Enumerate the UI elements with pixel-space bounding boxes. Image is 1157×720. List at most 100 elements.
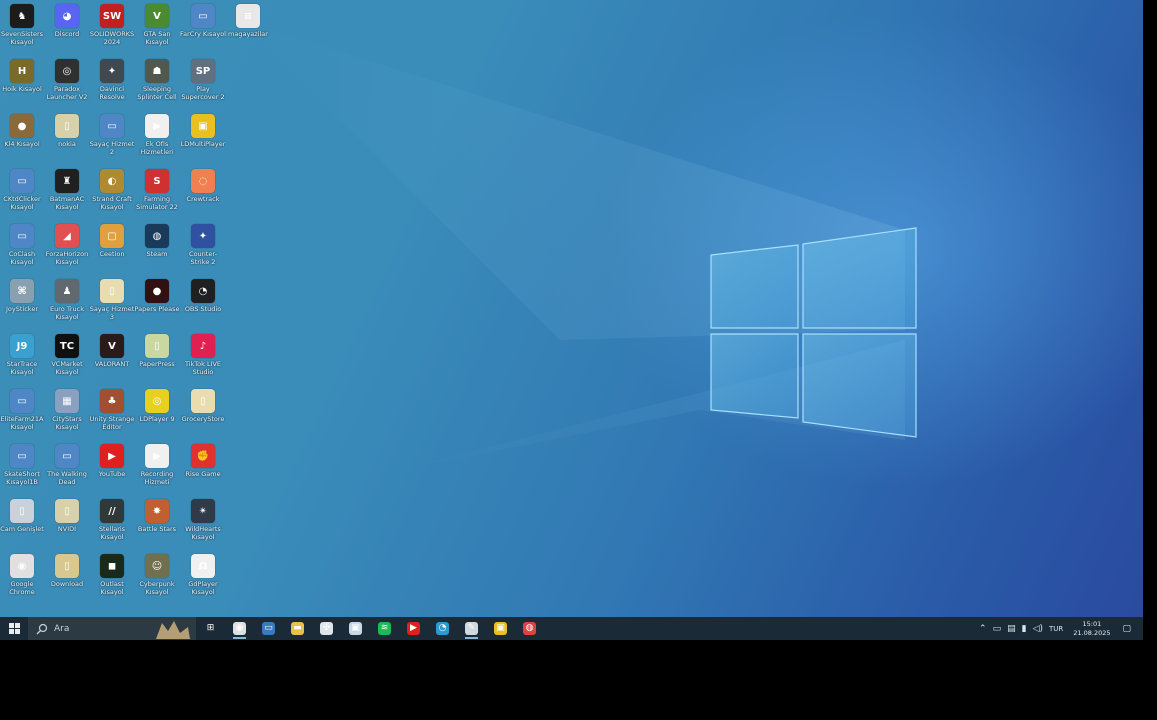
desktop-icon-label: Recording Hizmeti [140,470,174,486]
desktop-icon[interactable]: ▯ NVIDI [45,499,89,533]
taskbar-app-ldplayer[interactable]: ▣ [486,617,515,640]
desktop-icon[interactable]: ▶ Ek Ofis Hizmetleri [135,114,179,156]
desktop-icon[interactable]: TC VCMarket Kısayol [45,334,89,376]
desktop-icon[interactable]: ◉ Google Chrome [0,554,44,596]
desktop-icon[interactable]: ≡ magayazilar [226,4,270,38]
desktop-icon-label: WildHearts Kısayol [185,525,221,541]
desktop-icon[interactable]: ✸ Battle Stars [135,499,179,533]
desktop-icon[interactable]: ◍ Steam [135,224,179,258]
taskbar-app-chatgpt[interactable]: ✣ [312,617,341,640]
desktop-icon[interactable]: ◔ OBS Studio [181,279,225,313]
taskbar-app-file-explorer[interactable]: ▬ [283,617,312,640]
taskbar-app-store[interactable]: ▣ [341,617,370,640]
desktop-icon[interactable]: ▣ LDMultiPlayer [181,114,225,148]
volume-icon[interactable]: ◁) [1033,624,1043,634]
desktop-icon-label: LDPlayer 9 [139,415,175,423]
desktop-icon[interactable]: SP Play Supercover 2 [181,59,225,101]
desktop-icon[interactable]: ✊ Rise Game [181,444,225,478]
taskbar-app-task-view[interactable]: ⊞ [196,617,225,640]
desktop-icon[interactable]: ♟ Euro Truck Kısayol [45,279,89,321]
desktop-icon[interactable]: ▯ PaperPress [135,334,179,368]
app-icon: TC [55,334,79,358]
desktop-icon[interactable]: ▯ GroceryStore [181,389,225,423]
desktop-icon[interactable]: ✦ Counter-Strike 2 [181,224,225,266]
app-icon: ▭ [55,444,79,468]
taskbar-app-chrome[interactable]: ◉ [225,617,254,640]
desktop-icon[interactable]: ▭ CKtdClicker Kısayol [0,169,44,211]
app-icon: ▣ [191,114,215,138]
taskbar-search-box[interactable]: Ara [28,617,196,640]
desktop-icon[interactable]: ◎ Paradox Launcher V2 [45,59,89,101]
desktop-icon[interactable]: // Stellaris Kısayol [90,499,134,541]
network-icon[interactable]: ▭ [993,624,1002,634]
desktop-icon[interactable]: ▭ The Walking Dead [45,444,89,486]
wallpaper: ♞ SevenSisters Kısayol H Hoik Kısayol ● Kl4 K… [0,0,1143,617]
desktop-icon[interactable]: ▭ FarCry Kısayol [180,4,226,38]
taskbar-app-paint[interactable]: ✎ [457,617,486,640]
desktop-icon[interactable]: SW SOLIDWORKS 2024 [90,4,134,46]
desktop-icon-label: Davinci Resolve [99,85,125,101]
desktop-icon[interactable]: H Hoik Kısayol [0,59,44,93]
app-icon: ◕ [55,4,79,28]
desktop-icon[interactable]: ▭ Sayaç Hizmet 2 [90,114,134,156]
paint-icon: ✎ [465,622,478,635]
app-icon: S [145,169,169,193]
desktop-icon[interactable]: ▶ Recording Hizmeti [135,444,179,486]
desktop-icon[interactable]: J9 StarTrace Kısayol [0,334,44,376]
taskbar-app-spotify[interactable]: ≋ [370,617,399,640]
desktop-icon[interactable]: ◐ Strand Craft Kısayol [90,169,134,211]
desktop-icon[interactable]: ▭ SkateShort Kısayol1B [0,444,44,486]
desktop-icon-label: Sleeping Splinter Cell [137,85,177,101]
desktop-icon[interactable]: ▭ CoClash Kısayol [0,224,44,266]
desktop-icon[interactable]: ♜ BatmanAC Kısayol [45,169,89,211]
desktop-icon[interactable]: ▭ EliteFarm21A Kısayol [0,389,44,431]
taskbar-app-youtube[interactable]: ▶ [399,617,428,640]
notification-icon[interactable]: ▢ [1122,624,1131,634]
app-icon: ♜ [55,169,79,193]
usb-icon[interactable]: ▤ [1007,624,1016,634]
desktop-icon-label: Papers Please [134,305,180,313]
desktop-icon[interactable]: ◼ Outlast Kısayol [90,554,134,596]
taskbar-app-recorder[interactable]: ◍ [515,617,544,640]
desktop-icon[interactable]: V GTA San Kısayol [135,4,179,46]
spotify-icon: ≋ [378,622,391,635]
desktop-icon-label: Strand Craft Kısayol [92,195,132,211]
desktop-icon[interactable]: ▯ Cam Genişlet [0,499,44,533]
desktop-icon[interactable]: ✴ WildHearts Kısayol [181,499,225,541]
desktop-icon[interactable]: ♞ SevenSisters Kısayol [0,4,44,46]
desktop-icon[interactable]: ▦ CityStars Kısayol [45,389,89,431]
desktop-icon[interactable]: ◢ ForzaHorizon Kısayol [45,224,89,266]
desktop-icon[interactable]: ● Papers Please [135,279,179,313]
input-language[interactable]: TUR [1049,625,1063,633]
taskbar-app-monitor[interactable]: ▭ [254,617,283,640]
chevron-up-icon[interactable]: ⌃ [979,624,987,634]
desktop-icon[interactable]: ● Kl4 Kısayol [0,114,44,148]
desktop-icon[interactable]: ☺ Cyberpunk Kısayol [135,554,179,596]
desktop-icon[interactable]: S Farming Simulator 22 [135,169,179,211]
clock[interactable]: 15:01 21.08.2025 [1073,620,1110,638]
desktop-icon[interactable]: ◎ LDPlayer 9 [135,389,179,423]
desktop-icon[interactable]: ▯ nokia [45,114,89,148]
desktop-icon[interactable]: ♪ TikTok LIVE Studio [181,334,225,376]
desktop-icon[interactable]: ☗ Sleeping Splinter Cell [135,59,179,101]
monitor-icon: ▭ [262,622,275,635]
desktop-icon-label: Ek Ofis Hizmetleri [140,140,174,156]
app-icon: ▯ [145,334,169,358]
microphone-icon[interactable]: ▮ [1022,624,1027,634]
desktop-icon[interactable]: ▯ Download [45,554,89,588]
desktop-icon[interactable]: ✦ Davinci Resolve [90,59,134,101]
desktop-icon[interactable]: ◌ Crewtrack [181,169,225,203]
desktop-icon[interactable]: ▢ Ceetion [90,224,134,258]
desktop-icon-label: CoClash Kısayol [8,250,36,266]
desktop-icon[interactable]: ▯ Sayaç Hizmet 3 [90,279,134,321]
desktop-icon[interactable]: ♣ Unity Strange Editor [90,389,134,431]
desktop-icon[interactable]: V VALORANT [90,334,134,368]
desktop-icon[interactable]: ▶ YouTube [90,444,134,478]
desktop-icon-label: Google Chrome [9,580,35,596]
desktop-icon[interactable]: ◕ Discord [45,4,89,38]
taskbar-app-edge[interactable]: ◔ [428,617,457,640]
start-button[interactable] [0,617,28,640]
desktop-icon[interactable]: ⌘ JoySticker [0,279,44,313]
desktop-icon[interactable]: Ω GdPlayer Kısayol [181,554,225,596]
app-icon: ▯ [10,499,34,523]
